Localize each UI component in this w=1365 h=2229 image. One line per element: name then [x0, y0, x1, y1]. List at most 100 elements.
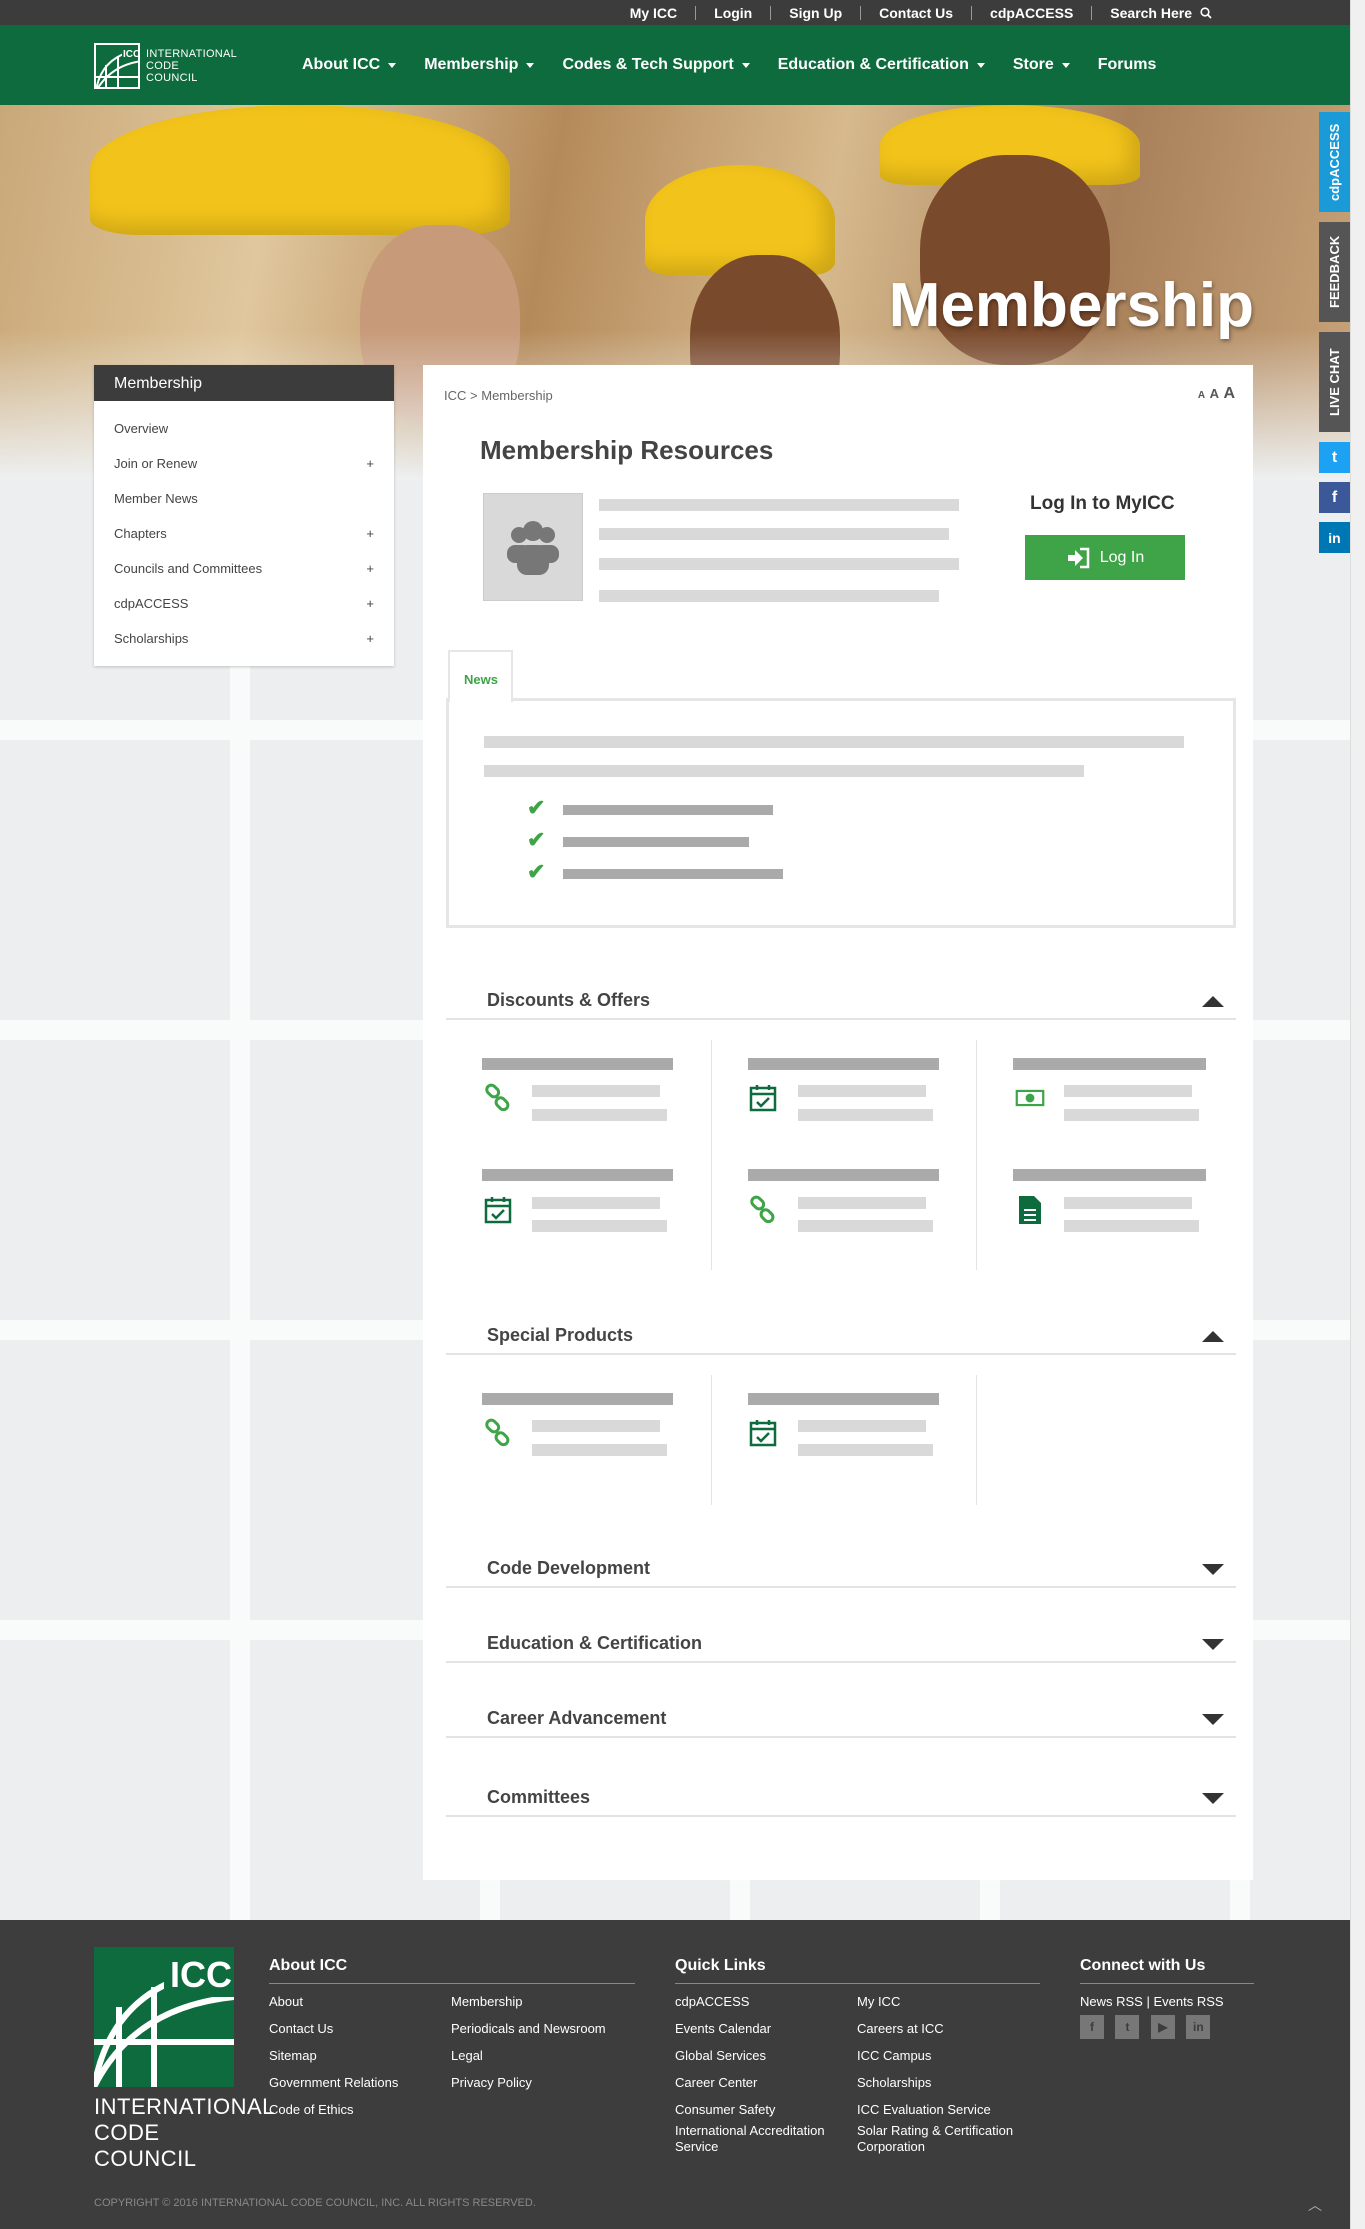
sidebar-item-scholarships[interactable]: Scholarships +: [94, 621, 394, 656]
checkmark-icon: ✔: [527, 827, 546, 852]
footer-link-career-center[interactable]: Career Center: [675, 2075, 857, 2091]
footer-link-es[interactable]: ICC Evaluation Service: [857, 2102, 1037, 2118]
offer-heading-placeholder: [748, 1169, 939, 1181]
footer-link-privacy[interactable]: Privacy Policy: [451, 2075, 606, 2091]
news-rss-link[interactable]: News RSS: [1080, 1994, 1143, 2009]
sign-in-icon: [1067, 547, 1089, 568]
expand-plus-icon: +: [366, 526, 374, 541]
placeholder-line: [798, 1220, 933, 1232]
feedback-tab[interactable]: FEEDBACK: [1319, 222, 1350, 322]
footer-logo-mark: ICC: [91, 1947, 235, 2089]
main-navigation: ICC INTERNATIONAL CODE COUNCIL About ICC M…: [0, 25, 1350, 105]
contact-us-link[interactable]: Contact Us: [861, 5, 973, 20]
facebook-icon[interactable]: f: [1319, 482, 1350, 513]
twitter-icon[interactable]: t: [1115, 2015, 1140, 2039]
section-career-advancement[interactable]: Career Advancement: [446, 1698, 1236, 1738]
placeholder-line: [599, 590, 939, 602]
footer-link-gov-relations[interactable]: Government Relations: [269, 2075, 451, 2091]
sidebar-item-cdpaccess[interactable]: cdpACCESS +: [94, 586, 394, 621]
cdpaccess-link[interactable]: cdpACCESS: [972, 5, 1093, 20]
footer-link-membership[interactable]: Membership: [451, 1994, 606, 2010]
login-button[interactable]: Log In: [1025, 535, 1185, 580]
section-code-development[interactable]: Code Development: [446, 1548, 1236, 1588]
footer-link-srcc[interactable]: Solar Rating & Certification Corporation: [857, 2123, 1037, 2155]
footer-link-about[interactable]: About: [269, 1994, 451, 2010]
placeholder-line: [599, 499, 959, 511]
footer-link-my-icc[interactable]: My ICC: [857, 1994, 1037, 2010]
footer-link-code-ethics[interactable]: Code of Ethics: [269, 2102, 451, 2118]
facebook-icon[interactable]: f: [1080, 2015, 1104, 2039]
hero-photo-helmet: [90, 105, 510, 235]
footer-link-campus[interactable]: ICC Campus: [857, 2048, 1037, 2064]
section-education-certification[interactable]: Education & Certification: [446, 1623, 1236, 1663]
placeholder-line: [798, 1109, 933, 1121]
footer-connect: Connect with Us News RSS | Events RSS f …: [1080, 1957, 1254, 2039]
back-to-top-icon[interactable]: ︿: [1308, 2195, 1322, 2215]
section-special-products[interactable]: Special Products: [446, 1315, 1236, 1355]
nav-forums[interactable]: Forums: [1084, 56, 1171, 74]
footer-link-events[interactable]: Events Calendar: [675, 2021, 857, 2037]
chevron-down-icon: [1061, 62, 1070, 68]
calendar-check-icon: [748, 1083, 778, 1113]
footer-link-consumer-safety[interactable]: Consumer Safety: [675, 2102, 857, 2118]
sidebar-item-overview[interactable]: Overview: [94, 411, 394, 446]
link-icon: [483, 1418, 513, 1448]
linkedin-icon[interactable]: in: [1319, 522, 1350, 553]
login-link[interactable]: Login: [696, 5, 772, 20]
footer-link-legal[interactable]: Legal: [451, 2048, 606, 2064]
signup-link[interactable]: Sign Up: [771, 5, 862, 20]
nav-codes-tech-support[interactable]: Codes & Tech Support: [548, 56, 763, 74]
youtube-icon[interactable]: ▶: [1150, 2015, 1175, 2039]
footer-link-contact[interactable]: Contact Us: [269, 2021, 451, 2037]
sidebar-item-chapters[interactable]: Chapters +: [94, 516, 394, 551]
linkedin-icon[interactable]: in: [1186, 2015, 1211, 2039]
logo-mark: ICC: [94, 43, 140, 89]
footer-link-scholarships[interactable]: Scholarships: [857, 2075, 1037, 2091]
page-scrollbar[interactable]: [1350, 0, 1365, 2229]
footer-link-cdpaccess[interactable]: cdpACCESS: [675, 1994, 857, 2010]
sidebar-item-councils[interactable]: Councils and Committees +: [94, 551, 394, 586]
placeholder-line: [484, 736, 1184, 748]
twitter-icon[interactable]: t: [1319, 442, 1350, 473]
placeholder-line: [798, 1444, 933, 1456]
events-rss-link[interactable]: Events RSS: [1154, 1994, 1224, 2009]
divider: [711, 1375, 712, 1505]
nav-store[interactable]: Store: [999, 56, 1084, 74]
section-committees[interactable]: Committees: [446, 1777, 1236, 1817]
footer-logo[interactable]: ICC INTERNATIONAL CODE COUNCIL: [91, 1947, 275, 2172]
link-icon: [483, 1083, 513, 1113]
breadcrumb-current: Membership: [481, 388, 553, 403]
cdpaccess-tab[interactable]: cdpACCESS: [1319, 112, 1350, 212]
chevron-down-icon: [526, 62, 535, 68]
footer-link-global[interactable]: Global Services: [675, 2048, 857, 2064]
live-chat-tab[interactable]: LIVE CHAT: [1319, 332, 1350, 432]
font-size-large[interactable]: A: [1223, 385, 1235, 402]
nav-membership[interactable]: Membership: [410, 56, 548, 74]
sidebar-item-member-news[interactable]: Member News: [94, 481, 394, 516]
section-discounts-offers[interactable]: Discounts & Offers: [446, 980, 1236, 1020]
font-size-small[interactable]: A: [1198, 390, 1205, 401]
nav-about-icc[interactable]: About ICC: [288, 56, 410, 74]
my-icc-link[interactable]: My ICC: [612, 5, 697, 20]
tab-news[interactable]: News: [448, 650, 513, 702]
user-group-icon: [507, 521, 559, 575]
placeholder-line: [532, 1444, 667, 1456]
icc-logo[interactable]: ICC INTERNATIONAL CODE COUNCIL: [94, 43, 237, 89]
sidebar-item-join-renew[interactable]: Join or Renew +: [94, 446, 394, 481]
chevron-down-icon: [741, 62, 750, 68]
font-size-controls: A A A: [1198, 385, 1235, 403]
placeholder-line: [532, 1220, 667, 1232]
footer-link-careers[interactable]: Careers at ICC: [857, 2021, 1037, 2037]
breadcrumb-root[interactable]: ICC: [444, 388, 466, 403]
search-trigger[interactable]: Search Here: [1092, 6, 1230, 20]
footer-link-sitemap[interactable]: Sitemap: [269, 2048, 451, 2064]
placeholder-line: [1064, 1197, 1192, 1209]
footer-link-ias[interactable]: International Accreditation Service: [675, 2123, 857, 2155]
placeholder-line: [599, 528, 949, 540]
placeholder-line: [798, 1420, 926, 1432]
footer-link-periodicals[interactable]: Periodicals and Newsroom: [451, 2021, 606, 2037]
font-size-medium[interactable]: A: [1210, 386, 1219, 401]
footer-logo-line1: INTERNATIONAL: [94, 2094, 275, 2119]
nav-education-certification[interactable]: Education & Certification: [764, 56, 999, 74]
search-icon: [1200, 6, 1212, 19]
